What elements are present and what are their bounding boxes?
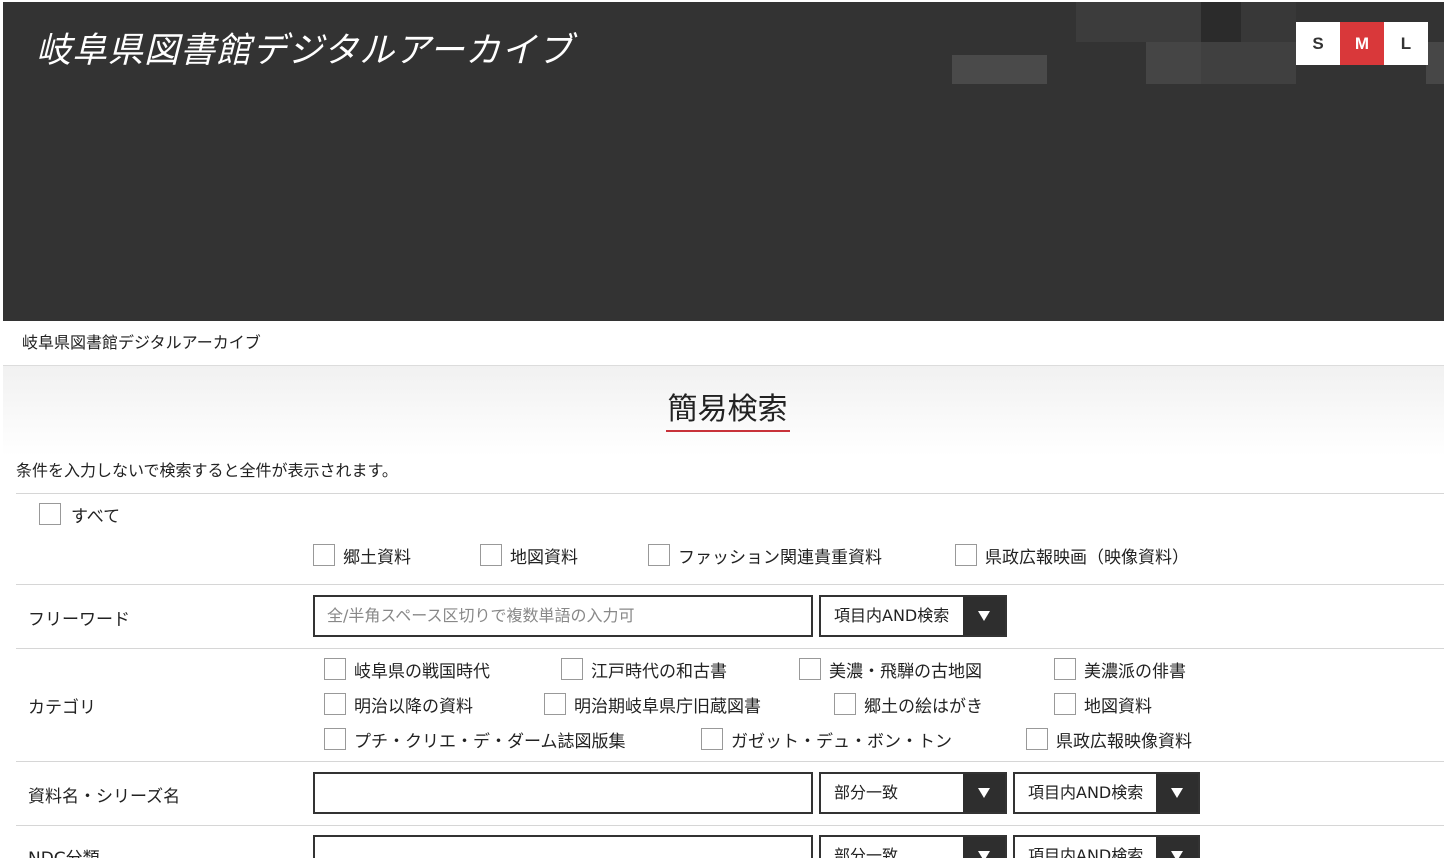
checkbox-all-label[interactable]: すべて: [71, 502, 120, 527]
checkbox-category[interactable]: [834, 693, 856, 715]
checkbox-target-film[interactable]: [955, 544, 977, 566]
panel-title-text: 簡易検索: [665, 384, 790, 432]
checkbox-target-label[interactable]: 県政広報映画（映像資料）: [985, 543, 1189, 568]
category-item-label[interactable]: 郷土の絵はがき: [864, 692, 983, 717]
chevron-down-icon[interactable]: [963, 597, 1005, 635]
freeword-mode-select[interactable]: 項目内AND検索: [819, 595, 1007, 637]
checkbox-category[interactable]: [1054, 658, 1076, 680]
checkbox-category[interactable]: [324, 693, 346, 715]
checkbox-target-kyodo[interactable]: [313, 544, 335, 566]
category-item-label[interactable]: プチ・クリエ・デ・ダーム誌図版集: [354, 727, 626, 752]
breadcrumb[interactable]: 岐阜県図書館デジタルアーカイブ: [22, 329, 261, 353]
ndc-mode-value: 項目内AND検索: [1028, 846, 1144, 858]
ndc-mode-select[interactable]: 項目内AND検索: [1013, 835, 1200, 858]
ndc-input[interactable]: [313, 835, 813, 858]
font-size-l-button[interactable]: L: [1384, 22, 1428, 65]
checkbox-target-fashion[interactable]: [648, 544, 670, 566]
search-note: 条件を入力しないで検索すると全件が表示されます。: [16, 461, 398, 480]
category-item-label[interactable]: 美濃派の俳書: [1084, 657, 1186, 682]
category-item-label[interactable]: ガゼット・デュ・ボン・トン: [731, 727, 952, 752]
category-item-label[interactable]: 県政広報映像資料: [1056, 727, 1192, 752]
category-label: カテゴリ: [28, 698, 96, 718]
checkbox-target-label[interactable]: 地図資料: [510, 543, 578, 568]
checkbox-category[interactable]: [701, 728, 723, 750]
checkbox-category[interactable]: [544, 693, 566, 715]
checkbox-category[interactable]: [1026, 728, 1048, 750]
checkbox-category[interactable]: [799, 658, 821, 680]
divider: [16, 584, 1444, 585]
font-size-switcher: S M L: [1296, 22, 1428, 65]
title-series-input[interactable]: [313, 772, 813, 814]
checkbox-category[interactable]: [561, 658, 583, 680]
title-mode-value: 項目内AND検索: [1028, 783, 1144, 802]
chevron-down-icon[interactable]: [963, 837, 1005, 858]
category-item-label[interactable]: 美濃・飛騨の古地図: [829, 657, 982, 682]
ndc-match-select[interactable]: 部分一致: [819, 835, 1007, 858]
site-header: 岐阜県図書館デジタルアーカイブ S M L: [3, 2, 1444, 84]
checkbox-category[interactable]: [324, 728, 346, 750]
category-item-label[interactable]: 地図資料: [1084, 692, 1152, 717]
freeword-label: フリーワード: [28, 610, 130, 630]
checkbox-category[interactable]: [324, 658, 346, 680]
chevron-down-icon[interactable]: [1156, 774, 1198, 812]
category-item-label[interactable]: 明治期岐阜県庁旧蔵図書: [574, 692, 761, 717]
freeword-input[interactable]: 全/半角スペース区切りで複数単語の入力可: [313, 595, 813, 637]
category-item-label[interactable]: 江戸時代の和古書: [591, 657, 727, 682]
chevron-down-icon[interactable]: [963, 774, 1005, 812]
ndc-label: NDC分類: [28, 844, 100, 858]
divider: [16, 493, 1444, 494]
page-frame: 岐阜県図書館デジタルアーカイブ S M L 岐阜県図書館デジタルアーカイブ 簡易…: [3, 2, 1444, 858]
site-title[interactable]: 岐阜県図書館デジタルアーカイブ: [36, 22, 573, 73]
checkbox-category[interactable]: [1054, 693, 1076, 715]
divider: [16, 648, 1444, 649]
category-item-label[interactable]: 明治以降の資料: [354, 692, 473, 717]
divider: [16, 825, 1444, 826]
font-size-m-button[interactable]: M: [1340, 22, 1384, 65]
font-size-s-button[interactable]: S: [1296, 22, 1340, 65]
freeword-mode-value: 項目内AND検索: [834, 606, 950, 625]
title-match-value: 部分一致: [834, 783, 899, 802]
title-match-select[interactable]: 部分一致: [819, 772, 1007, 814]
category-item-label[interactable]: 岐阜県の戦国時代: [354, 657, 490, 682]
title-mode-select[interactable]: 項目内AND検索: [1013, 772, 1200, 814]
checkbox-target-label[interactable]: ファッション関連貴重資料: [678, 543, 882, 568]
checkbox-all[interactable]: [39, 503, 61, 525]
ndc-match-value: 部分一致: [834, 846, 899, 858]
checkbox-target-label[interactable]: 郷土資料: [343, 543, 411, 568]
divider: [16, 761, 1444, 762]
checkbox-target-map[interactable]: [480, 544, 502, 566]
panel-title: 簡易検索: [3, 384, 1444, 432]
title-series-label: 資料名・シリーズ名: [28, 787, 181, 807]
chevron-down-icon[interactable]: [1156, 837, 1198, 858]
hero-banner: [3, 84, 1444, 321]
